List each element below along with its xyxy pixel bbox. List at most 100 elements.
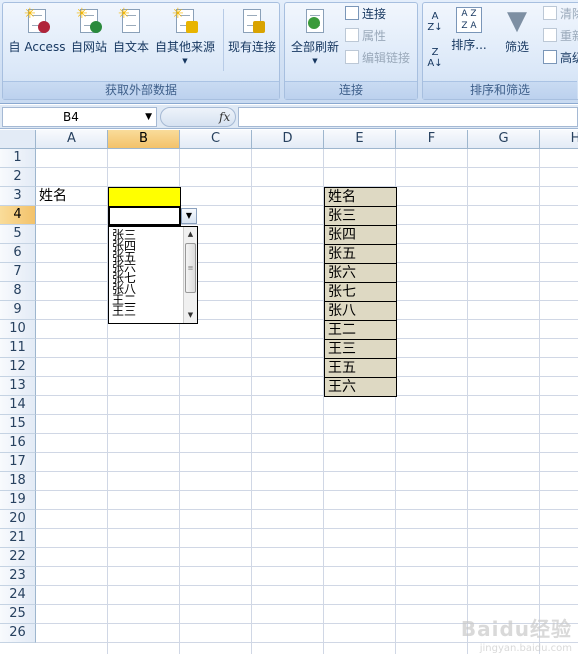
from-other-sources-button[interactable]: ✳ 自其他来源 ▼ [153, 7, 217, 65]
sort-descending-button[interactable]: Z A↓ [427, 47, 443, 69]
name-box-value: B4 [63, 110, 79, 124]
formula-input[interactable] [238, 107, 578, 127]
refresh-icon [302, 7, 328, 35]
column-header-a[interactable]: A [36, 130, 108, 149]
gridline [36, 433, 578, 434]
properties-button[interactable]: 属性 [345, 27, 386, 45]
row-header-7[interactable]: 7 [0, 263, 36, 282]
cell-e8[interactable]: 张七 [324, 282, 397, 302]
gridline [36, 357, 578, 358]
edit-links-button[interactable]: 编辑链接 [345, 49, 410, 67]
cell-e12[interactable]: 王五 [324, 358, 397, 378]
row-header-20[interactable]: 20 [0, 510, 36, 529]
sort-button[interactable]: A ZZ A 排序... [449, 7, 489, 53]
cell-e10[interactable]: 王二 [324, 320, 397, 340]
row-header-26[interactable]: 26 [0, 624, 36, 643]
gridline [36, 471, 578, 472]
chevron-down-icon[interactable]: ▼ [145, 108, 152, 126]
sort-az-icon: A Z↓ [427, 11, 443, 33]
clear-filter-button[interactable]: 清除 [543, 5, 578, 23]
select-all-corner[interactable] [0, 130, 36, 149]
dropdown-arrow-button[interactable]: ▼ [181, 208, 197, 224]
row-header-24[interactable]: 24 [0, 586, 36, 605]
column-header-e[interactable]: E [324, 130, 396, 149]
from-web-button[interactable]: ✳ 自网站 [69, 7, 109, 55]
gridline [36, 509, 578, 510]
row-header-12[interactable]: 12 [0, 358, 36, 377]
worksheet-grid[interactable]: A B C D E F G H 1 2 3 4 5 6 7 8 9 10 11 12 13 14 15 16 17 18 19 20 2… [0, 130, 578, 654]
links-icon [345, 50, 359, 64]
row-header-19[interactable]: 19 [0, 491, 36, 510]
cell-e5[interactable]: 张四 [324, 225, 397, 245]
group-connections: 全部刷新 ▼ 连接 属性 编辑链接 连接 [284, 2, 418, 100]
dropdown-scrollbar[interactable]: ▲ ≡ ▼ [183, 227, 197, 323]
row-header-9[interactable]: 9 [0, 301, 36, 320]
scroll-up-icon[interactable]: ▲ [184, 228, 197, 241]
gridline [36, 452, 578, 453]
advanced-label: 高级 [560, 51, 578, 65]
column-header-b[interactable]: B [108, 130, 180, 149]
insert-function-icon[interactable]: fx [219, 108, 230, 126]
chevron-down-icon: ▼ [312, 57, 318, 65]
connections-button[interactable]: 连接 [345, 5, 386, 23]
existing-connections-icon [239, 7, 265, 35]
cell-e3[interactable]: 姓名 [324, 187, 397, 207]
row-header-25[interactable]: 25 [0, 605, 36, 624]
row-header-8[interactable]: 8 [0, 282, 36, 301]
scroll-thumb[interactable]: ≡ [185, 243, 196, 293]
row-header-3[interactable]: 3 [0, 187, 36, 206]
column-header-f[interactable]: F [396, 130, 468, 149]
reapply-button[interactable]: 重新 [543, 27, 578, 45]
gridline [36, 528, 578, 529]
row-header-6[interactable]: 6 [0, 244, 36, 263]
advanced-filter-button[interactable]: 高级 [543, 49, 578, 67]
sort-ascending-button[interactable]: A Z↓ [427, 11, 443, 33]
from-access-label: 自 Access [8, 40, 66, 54]
cell-b3[interactable] [108, 187, 181, 207]
row-header-2[interactable]: 2 [0, 168, 36, 187]
cell-e6[interactable]: 张五 [324, 244, 397, 264]
cell-e9[interactable]: 张八 [324, 301, 397, 321]
cell-e4[interactable]: 张三 [324, 206, 397, 226]
existing-connections-button[interactable]: 现有连接 [225, 7, 279, 55]
cell-e11[interactable]: 王三 [324, 339, 397, 359]
cell-e7[interactable]: 张六 [324, 263, 397, 283]
refresh-all-button[interactable]: 全部刷新 ▼ [287, 7, 343, 65]
row-header-17[interactable]: 17 [0, 453, 36, 472]
row-header-4[interactable]: 4 [0, 206, 36, 225]
row-header-23[interactable]: 23 [0, 567, 36, 586]
row-header-5[interactable]: 5 [0, 225, 36, 244]
column-header-g[interactable]: G [468, 130, 540, 149]
column-header-c[interactable]: C [180, 130, 252, 149]
column-header-d[interactable]: D [252, 130, 324, 149]
gridline [36, 338, 578, 339]
from-web-label: 自网站 [70, 40, 107, 54]
row-header-22[interactable]: 22 [0, 548, 36, 567]
group-label-get-external-data: 获取外部数据 [3, 81, 279, 99]
row-header-14[interactable]: 14 [0, 396, 36, 415]
row-header-18[interactable]: 18 [0, 472, 36, 491]
validation-dropdown-list[interactable]: 张三 张四 张五 张六 张七 张八 王二 王三 ▲ ≡ ▼ [108, 226, 198, 324]
row-header-16[interactable]: 16 [0, 434, 36, 453]
from-access-button[interactable]: ✳ 自 Access [7, 7, 67, 55]
active-cell-b4[interactable] [108, 206, 181, 226]
row-header-15[interactable]: 15 [0, 415, 36, 434]
name-box[interactable]: B4 ▼ [2, 107, 157, 127]
from-text-button[interactable]: ✳ 自文本 [111, 7, 151, 55]
row-header-10[interactable]: 10 [0, 320, 36, 339]
row-header-13[interactable]: 13 [0, 377, 36, 396]
connections-icon [345, 6, 359, 20]
gridline [36, 566, 578, 567]
scroll-down-icon[interactable]: ▼ [184, 309, 197, 322]
separator [223, 9, 224, 71]
row-header-11[interactable]: 11 [0, 339, 36, 358]
gridline [36, 604, 578, 605]
cell-e13[interactable]: 王六 [324, 377, 397, 397]
cell-a3[interactable]: 姓名 [36, 187, 109, 207]
filter-funnel-icon: ▼ [507, 6, 527, 36]
row-header-1[interactable]: 1 [0, 149, 36, 168]
column-header-h[interactable]: H [540, 130, 578, 149]
dropdown-item[interactable]: 王三 [112, 305, 136, 317]
filter-button[interactable]: ▼ 筛选 [499, 7, 535, 55]
row-header-21[interactable]: 21 [0, 529, 36, 548]
